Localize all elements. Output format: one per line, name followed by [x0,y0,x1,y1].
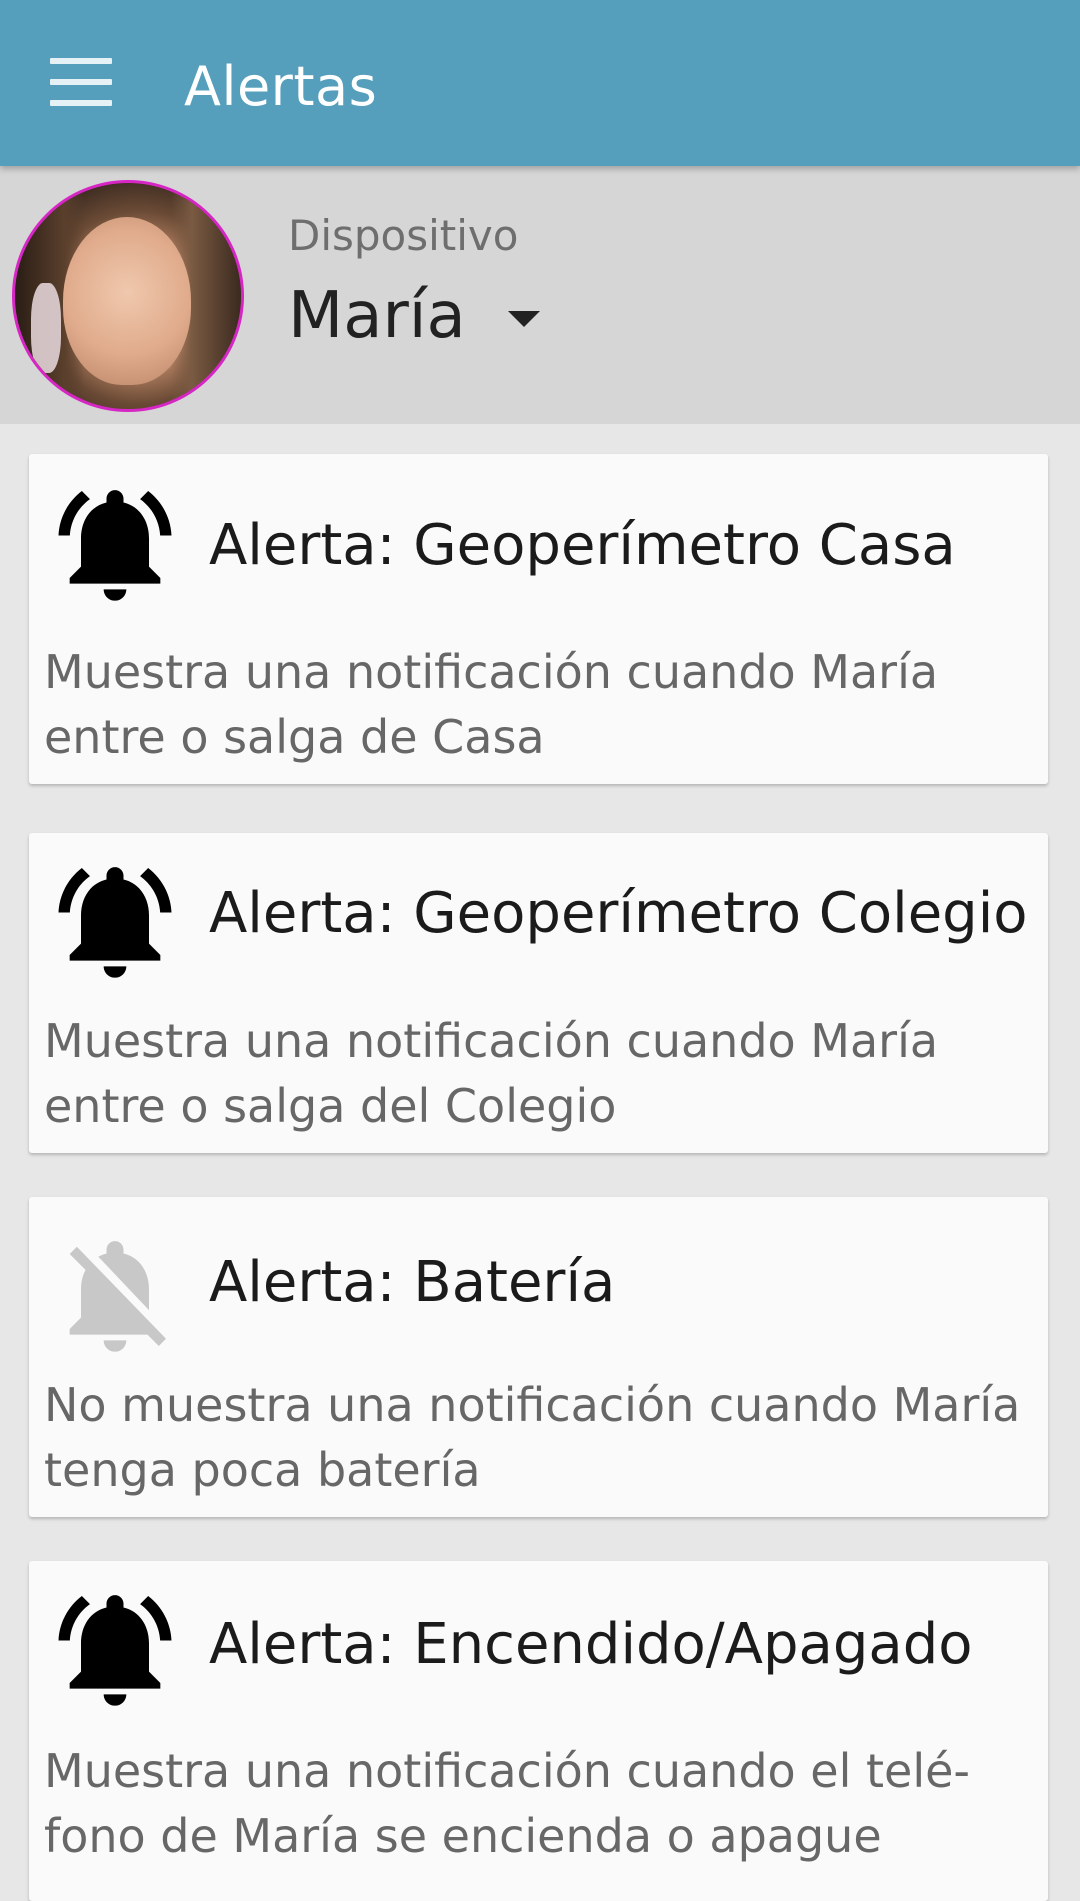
alert-card-bateria[interactable]: Alerta: Batería No muestra una notificac… [29,1197,1048,1517]
avatar[interactable] [12,180,244,412]
bell-ringing-icon [58,490,172,601]
device-header: Dispositivo María [0,166,1080,424]
alert-description: Muestra una notificación cuando María en… [44,645,939,764]
device-label: Dispositivo [288,211,519,260]
alert-description: No muestra una notificación cuando María… [44,1378,1021,1497]
alert-description: Muestra una notificación cuando María en… [44,1014,939,1133]
alert-card-colegio[interactable]: Alerta: Geoperímetro Colegio Muestra una… [29,833,1048,1153]
bell-ringing-icon [58,1595,172,1706]
alert-title: Alerta: Geoperímetro Casa [209,513,956,578]
menu-icon[interactable] [50,58,112,106]
bell-ringing-icon [58,867,172,978]
alert-title: Alerta: Encendido/Apagado [209,1612,973,1677]
device-dropdown[interactable]: María [288,276,540,356]
alert-card-casa[interactable]: Alerta: Geoperímetro Casa Muestra una no… [29,454,1048,784]
bell-off-icon [69,1241,166,1352]
alert-title: Alerta: Batería [209,1250,616,1315]
app-bar: Alertas [0,0,1080,166]
alert-card-encendido[interactable]: Alerta: Encendido/Apagado Muestra una no… [29,1561,1048,1901]
dropdown-arrow-icon [507,311,540,327]
alert-description: Muestra una notificación cuando el telé-… [44,1744,971,1863]
page-title: Alertas [184,55,378,118]
alert-title: Alerta: Geoperímetro Colegio [209,881,1028,946]
device-name: María [288,279,466,353]
